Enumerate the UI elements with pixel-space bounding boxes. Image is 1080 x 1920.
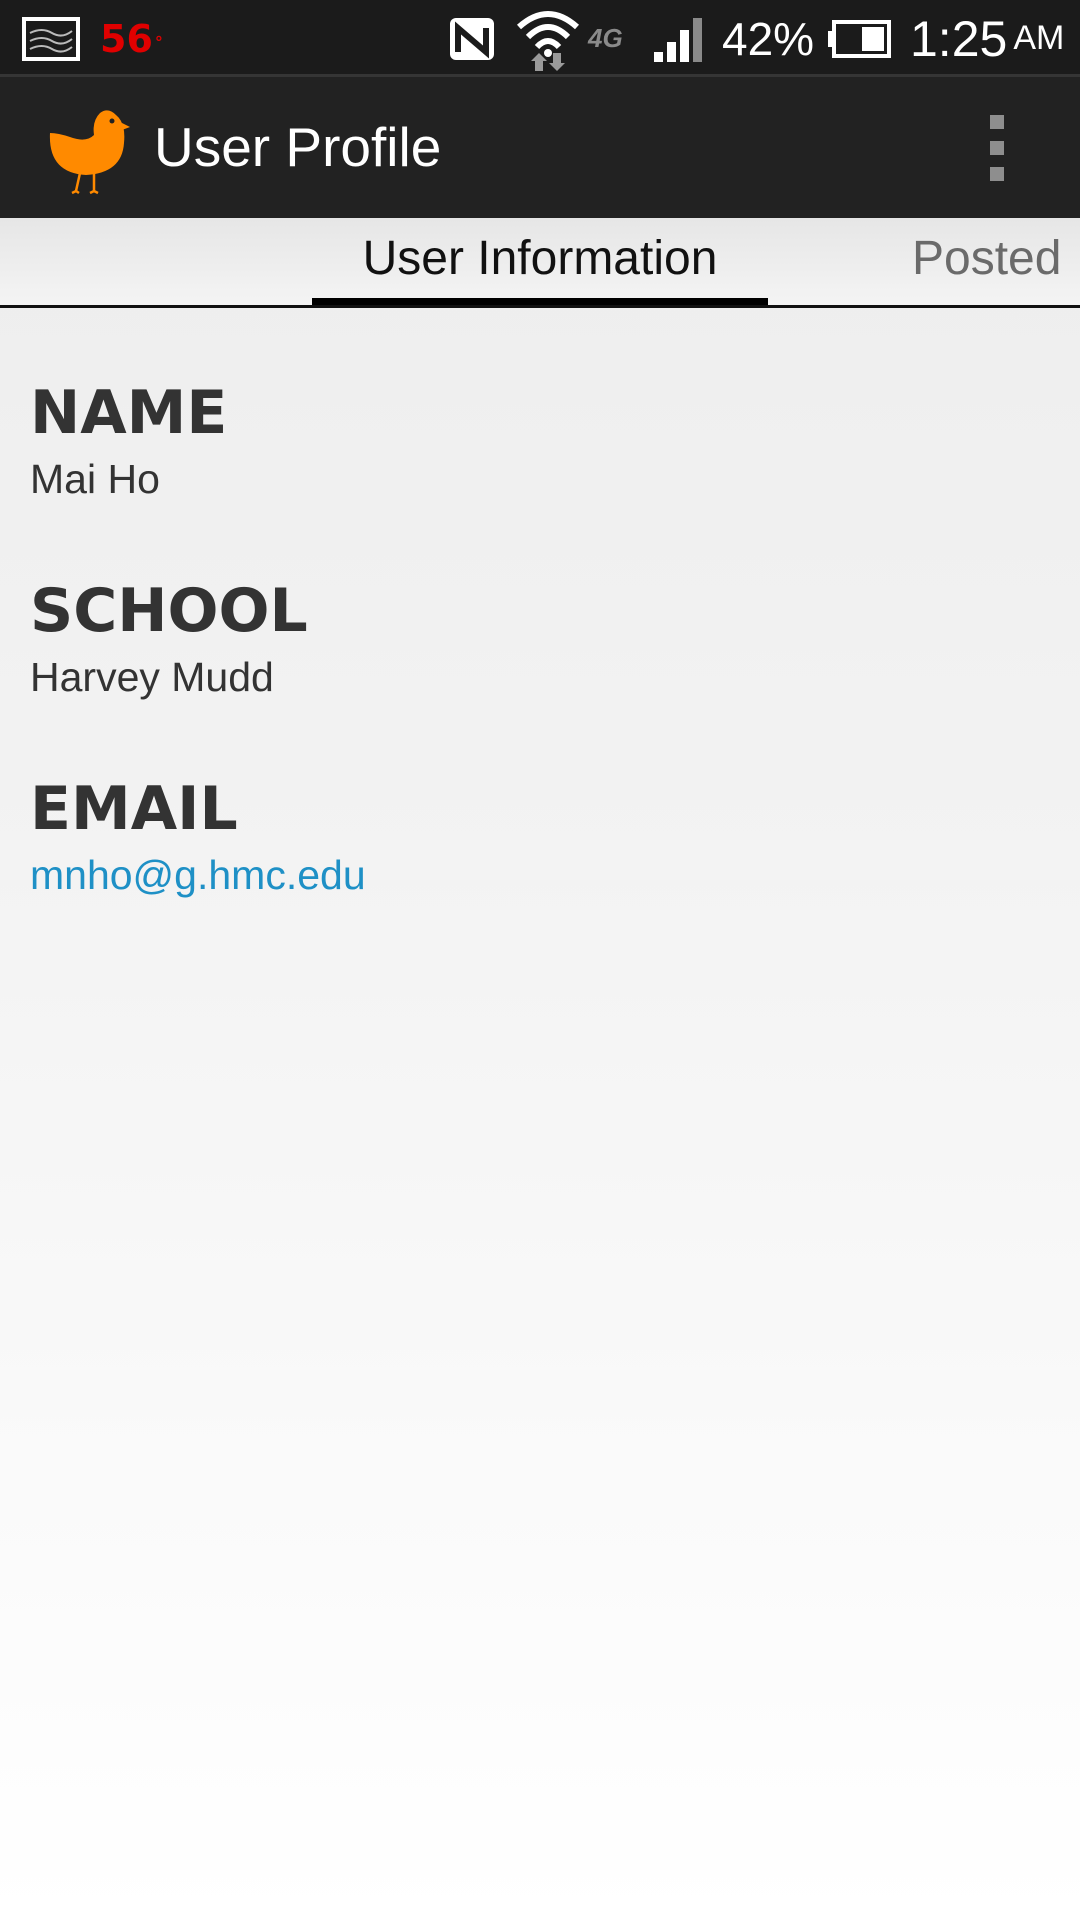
- nfc-icon: [448, 0, 496, 77]
- bird-logo-icon[interactable]: [46, 103, 130, 195]
- email-label: EMAIL: [30, 774, 238, 844]
- menu-dot: [990, 141, 1004, 155]
- tab-posted[interactable]: Posted: [912, 218, 1061, 305]
- menu-dot: [990, 167, 1004, 181]
- wifi-icon: [515, 0, 581, 77]
- battery-icon: [826, 0, 892, 77]
- weather-temperature: 56 °: [100, 16, 163, 61]
- battery-percentage: 42%: [722, 12, 815, 65]
- name-label: NAME: [30, 378, 228, 448]
- menu-dot: [990, 115, 1004, 129]
- action-bar: User Profile: [0, 77, 1080, 218]
- name-value: Mai Ho: [30, 456, 160, 502]
- overflow-menu-icon[interactable]: [982, 115, 1012, 181]
- lte-icon: 4G: [588, 23, 623, 53]
- clock: 1:25 AM: [910, 10, 1065, 67]
- status-bar: 56 ° 4G 42% 1:25 AM: [0, 0, 1080, 77]
- selected-tab-indicator: [312, 298, 768, 305]
- school-value: Harvey Mudd: [30, 654, 274, 700]
- school-label: SCHOOL: [30, 576, 308, 646]
- tab-strip: User Information Posted: [0, 218, 1080, 308]
- gallery-icon: [22, 0, 80, 77]
- page-title: User Profile: [154, 116, 442, 178]
- tab-user-information[interactable]: User Information: [312, 218, 768, 305]
- email-link[interactable]: mnho@g.hmc.edu: [30, 852, 366, 899]
- signal-icon: [650, 0, 710, 77]
